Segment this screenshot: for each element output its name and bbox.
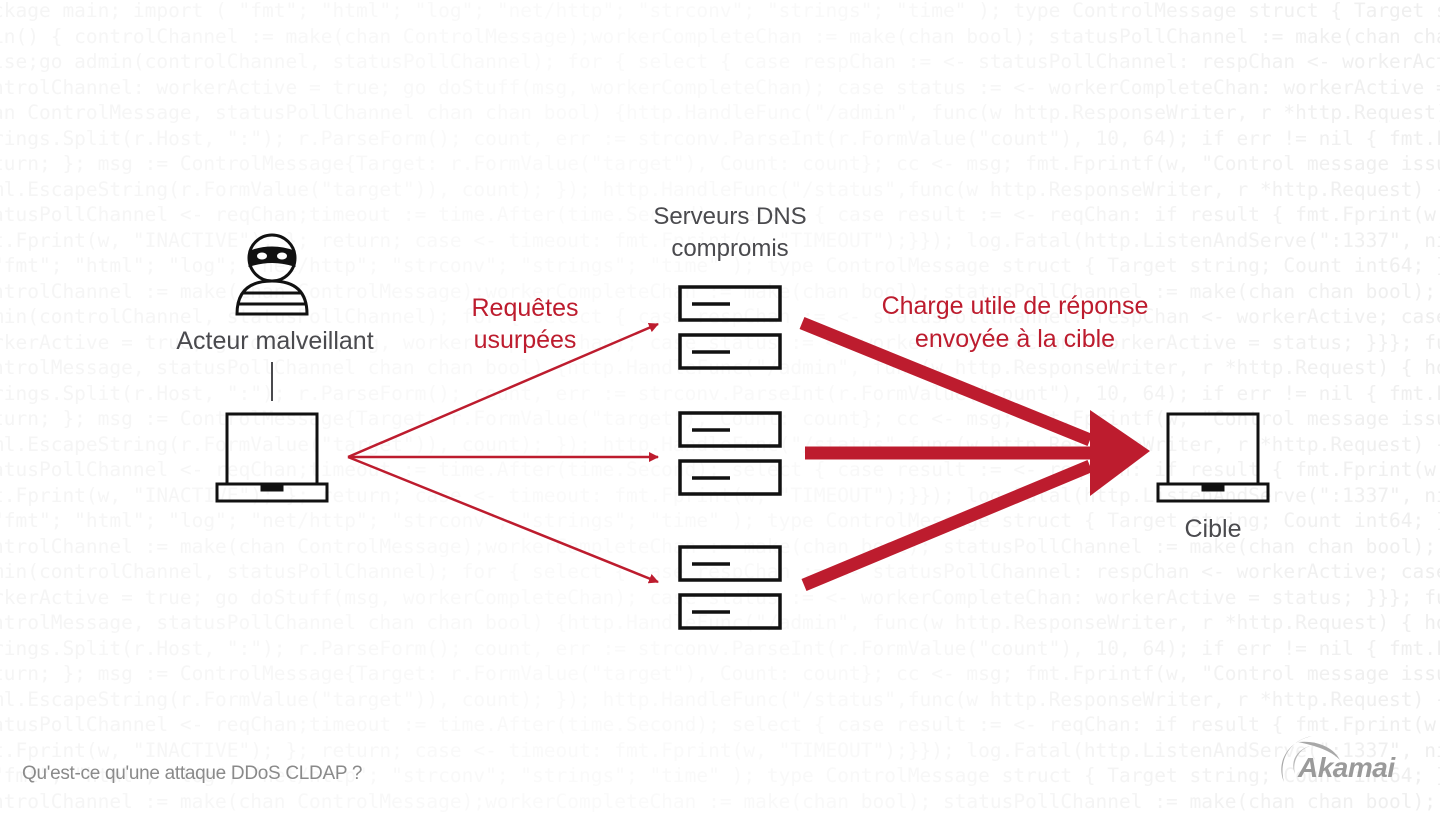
servers-label-line2: compromis [671,235,789,262]
akamai-logo: Akamai [1268,730,1428,795]
akamai-logo-text: Akamai [1298,752,1395,783]
target-label: Cible [1184,515,1242,543]
target-laptop-icon [1156,412,1270,503]
attacker-label: Acteur malveillant [176,327,374,355]
server-stack-icon [678,285,782,370]
requests-label-line2: usurpées [473,326,577,354]
server-stack-icon [678,545,782,630]
spoofed-request-arrows [347,322,659,584]
request-arrow-bottom [347,455,659,584]
spoofed-requests-label: Requêtes usurpées [440,292,610,356]
requests-label-line1: Requêtes [471,294,579,322]
response-payload-label: Charge utile de réponse envoyée à la cib… [850,290,1180,356]
response-label-line2: envoyée à la cible [914,325,1116,353]
response-arrowhead [1090,410,1150,496]
server-stack-icon [678,411,782,496]
servers-label-line1: Serveurs DNS [653,203,807,230]
servers-label: Serveurs DNS compromis [600,201,860,265]
response-payload-arrows [799,316,1100,592]
ddos-diagram [215,233,1270,630]
laptop-icon [215,412,329,503]
masked-person-icon [235,233,309,316]
response-arrow-bottom [801,459,1093,592]
response-label-line1: Charge utile de réponse [881,292,1149,320]
footer-title: Qu'est-ce qu'une attaque DDoS CLDAP ? [22,763,363,784]
